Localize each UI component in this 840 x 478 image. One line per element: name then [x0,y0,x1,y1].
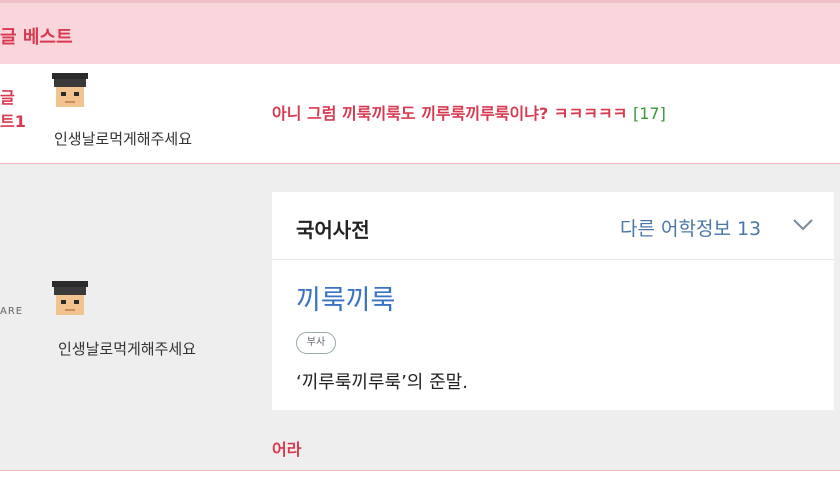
dictionary-header: 국어사전 다른 어학정보 13 [272,192,834,260]
avatar[interactable] [50,72,90,112]
post-rank-label-line1: 글 [0,88,15,107]
avatar[interactable] [50,280,90,320]
nickname[interactable]: 인생날로먹게해주세요 [54,128,192,149]
post-title[interactable]: 아니 그럼 끼룩끼룩도 끼루룩끼루룩이냐? ㅋㅋㅋㅋㅋ [17] [272,100,666,124]
part-of-speech-badge: 부사 [296,332,336,354]
dictionary-card: 국어사전 다른 어학정보 13 끼룩끼룩 부사 ‘끼루룩끼루룩’의 준말. [272,192,834,410]
more-dictionary-link[interactable]: 다른 어학정보 13 [620,214,761,241]
divider [0,470,840,478]
comment-count[interactable]: [17] [633,104,666,123]
chevron-down-icon[interactable] [792,216,814,232]
post-text[interactable]: 아니 그럼 끼룩끼룩도 끼루룩끼루룩이냐? ㅋㅋㅋㅋㅋ [272,104,627,123]
reply-text[interactable]: 어라 [272,436,301,460]
dictionary-definition: ‘끼루룩끼루룩’의 준말. [296,372,468,393]
reply-row: ARE 인생날로먹게해주세요 국어사전 다른 어학정보 13 끼룩끼룩 부사 ‘… [0,164,840,470]
dictionary-title: 국어사전 [296,218,370,242]
post-rank-label-line2: 트1 [0,112,26,131]
dictionary-word[interactable]: 끼룩끼룩 [296,278,395,317]
header-title: 글 베스트 [0,27,73,48]
best-header: 글 베스트 [0,0,840,64]
side-label: ARE [0,306,24,317]
post-row[interactable]: 글 트1 인생날로먹게해주세요 아니 그럼 끼룩끼룩도 끼루룩끼루룩이냐? ㅋㅋ… [0,64,840,164]
nickname[interactable]: 인생날로먹게해주세요 [58,338,196,359]
